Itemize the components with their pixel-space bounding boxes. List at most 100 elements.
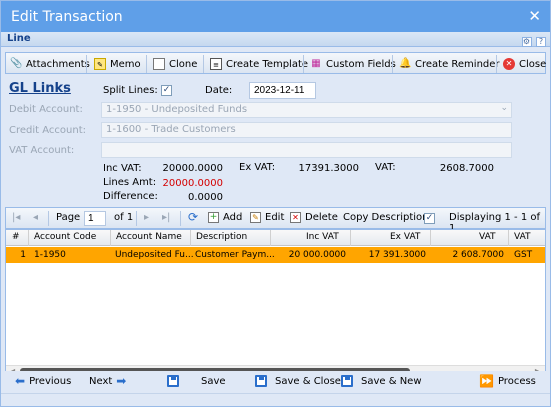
close-label: Close — [519, 58, 547, 70]
save-close-button[interactable]: Save & Close — [255, 374, 341, 388]
credit-account-label: Credit Account: — [9, 125, 86, 136]
column-divider — [28, 230, 29, 246]
lines-amt-label: Lines Amt: — [103, 177, 157, 188]
memo-icon: ✎ — [94, 58, 106, 70]
column-header[interactable]: # — [12, 232, 20, 242]
difference-value: 0.0000 — [188, 192, 223, 203]
pager-separator — [136, 211, 137, 226]
ex-vat-cell[interactable]: 17 391.3000 — [352, 250, 426, 260]
toolbar-separator — [496, 55, 497, 73]
page-label: Page — [56, 212, 81, 223]
close-button[interactable]: ✕ Close — [503, 56, 546, 72]
delete-icon: ✕ — [290, 212, 301, 223]
copy-description-label: Copy Description: — [343, 212, 432, 223]
inc-vat-cell[interactable]: 20 000.0000 — [272, 250, 346, 260]
custom-fields-label: Custom Fields — [326, 58, 396, 70]
save-new-button[interactable]: Save & New — [341, 374, 422, 388]
refresh-icon[interactable]: ⟳ — [188, 210, 198, 224]
help-icon[interactable]: ? — [536, 37, 546, 47]
first-page-icon[interactable]: |◂ — [12, 212, 20, 223]
delete-button[interactable]: ✕ Delete — [290, 212, 338, 223]
column-header[interactable]: Account Code — [34, 232, 96, 242]
ex-vat-value: 17391.3000 — [298, 163, 359, 174]
save-button[interactable]: Save — [167, 374, 226, 388]
inc-vat-label: Inc VAT: — [103, 163, 142, 174]
edit-transaction-window: Edit Transaction ✕ Line ⚙ ? 📎 Attachment… — [0, 0, 551, 407]
split-lines-label: Split Lines: — [103, 85, 158, 96]
clone-button[interactable]: Clone — [153, 56, 197, 72]
attachments-button[interactable]: 📎 Attachments — [10, 56, 90, 72]
last-page-icon[interactable]: ▸| — [162, 212, 170, 223]
edit-label: Edit — [265, 212, 285, 223]
vat-value: 2608.7000 — [439, 163, 494, 174]
credit-account-value: 1-1600 - Trade Customers — [106, 124, 236, 135]
vat-cell[interactable]: 2 608.7000 — [432, 250, 504, 260]
inc-vat-value: 20000.0000 — [162, 163, 223, 174]
column-header[interactable]: VAT — [514, 232, 531, 242]
process-button[interactable]: ⏩ Process — [475, 374, 536, 388]
arrow-right-icon: ➡ — [116, 374, 127, 388]
vat-code-cell[interactable]: GST — [514, 250, 532, 260]
toolbar-separator — [392, 55, 393, 73]
column-header[interactable]: Description — [196, 232, 247, 242]
copy-description-checkbox[interactable]: ✓ — [424, 213, 435, 224]
column-header[interactable]: VAT — [479, 232, 496, 242]
add-label: Add — [223, 212, 243, 223]
template-icon: ≡ — [210, 58, 222, 70]
edit-button[interactable]: ✎ Edit — [250, 212, 284, 223]
delete-label: Delete — [305, 212, 338, 223]
next-button[interactable]: Next ➡ — [89, 374, 130, 388]
debit-account-label: Debit Account: — [9, 104, 83, 115]
gl-links-colon: : — [63, 83, 68, 97]
process-label: Process — [497, 375, 536, 387]
credit-account-field[interactable]: 1-1600 - Trade Customers — [101, 122, 512, 138]
column-header[interactable]: Account Name — [116, 232, 182, 242]
bottom-strip — [1, 393, 550, 406]
debit-account-value: 1-1950 - Undeposited Funds — [106, 104, 248, 115]
column-divider — [110, 230, 111, 246]
toolbar-separator — [146, 55, 147, 73]
page-input[interactable] — [84, 211, 106, 226]
column-header[interactable]: Ex VAT — [390, 232, 420, 242]
save-new-label: Save & New — [361, 375, 422, 387]
table-row[interactable]: 1 1-1950 Undeposited Fu... Customer Paym… — [6, 247, 545, 263]
save-close-label: Save & Close — [275, 375, 341, 387]
chevron-down-icon[interactable]: ⌄ — [500, 103, 508, 113]
previous-button[interactable]: ⬅ Previous — [11, 374, 71, 388]
account-code-cell[interactable]: 1-1950 — [34, 250, 66, 260]
date-input[interactable] — [249, 82, 316, 99]
column-divider — [270, 230, 271, 246]
create-template-button[interactable]: ≡ Create Template — [210, 56, 308, 72]
split-lines-checkbox[interactable]: ✓ — [161, 85, 172, 96]
debit-account-combo[interactable]: 1-1950 - Undeposited Funds ⌄ — [101, 102, 512, 118]
grid-paging-toolbar: |◂ ◂ Page of 1 ▸ ▸| ⟳ + Add ✎ Edit ✕ Del… — [5, 207, 546, 234]
clone-label: Clone — [169, 58, 198, 70]
column-header[interactable]: Inc VAT — [306, 232, 339, 242]
save-icon — [167, 375, 179, 387]
attachments-label: Attachments — [26, 58, 90, 70]
arrow-left-icon: ⬅ — [15, 374, 26, 388]
create-reminder-button[interactable]: 🔔 Create Reminder — [399, 56, 500, 72]
next-page-icon[interactable]: ▸ — [144, 212, 149, 223]
row-number: 1 — [20, 250, 26, 260]
paperclip-icon: 📎 — [10, 58, 23, 69]
toolbar-separator — [86, 55, 87, 73]
prev-page-icon[interactable]: ◂ — [33, 212, 38, 223]
close-icon[interactable]: ✕ — [528, 7, 541, 25]
title-bar[interactable]: Edit Transaction ✕ — [1, 1, 550, 32]
description-cell[interactable]: Customer Paym... — [195, 250, 275, 260]
clone-icon — [153, 58, 165, 70]
gl-links-heading[interactable]: GL Links — [9, 81, 71, 96]
save-icon — [255, 375, 267, 387]
account-name-cell[interactable]: Undeposited Fu... — [115, 250, 194, 260]
pager-separator — [180, 211, 181, 226]
vat-account-field[interactable] — [101, 142, 512, 158]
memo-button[interactable]: ✎ Memo — [94, 56, 141, 72]
settings-icon[interactable]: ⚙ — [521, 37, 532, 47]
custom-fields-button[interactable]: ▦ Custom Fields — [310, 56, 396, 72]
add-button[interactable]: + Add — [208, 212, 242, 223]
memo-label: Memo — [110, 58, 141, 70]
column-divider — [350, 230, 351, 246]
line-panel-header: Line ⚙ ? — [1, 32, 550, 47]
create-reminder-label: Create Reminder — [415, 58, 500, 70]
